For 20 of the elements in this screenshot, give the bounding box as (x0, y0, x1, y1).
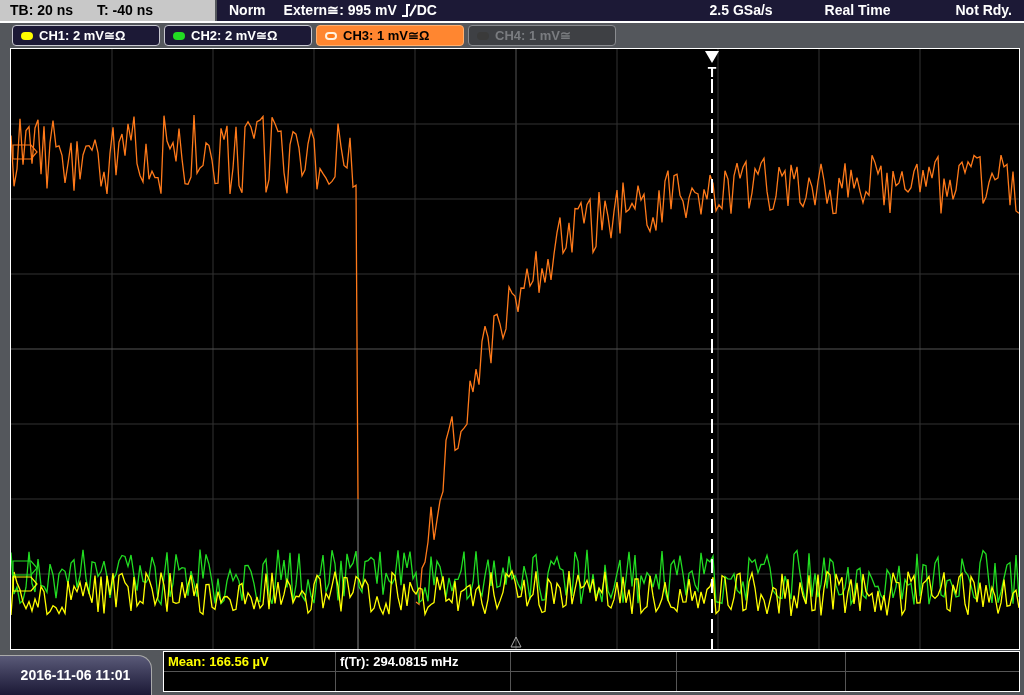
timebase-label: TB: 20 ns (10, 1, 73, 20)
status-label: Not Rdy. (955, 1, 1012, 20)
channel-label: CH4: 1 mV≅ (495, 26, 572, 45)
measurement-value: f(Tr): 294.0815 mHz (340, 652, 459, 671)
channel-tab[interactable]: CH1: 2 mV≅Ω (12, 25, 160, 46)
channel-label: CH1: 2 mV≅Ω (39, 26, 126, 45)
trigger-source-label: Extern≅: 995 mV (283, 1, 397, 20)
rising-edge-icon (400, 4, 417, 17)
trigger-mode-label: Norm (229, 1, 266, 20)
trigger-coupling-label: DC (416, 1, 437, 20)
measurement-value: Mean: 166.56 µV (168, 652, 269, 671)
channel-label: CH2: 2 mV≅Ω (191, 26, 278, 45)
date-label: 2016-11-06 11:01 (20, 666, 131, 685)
channel-label: CH3: 1 mV≅Ω (343, 26, 430, 45)
waveform-drawing: T (11, 49, 1019, 649)
channel-tab[interactable]: CH3: 1 mV≅Ω (316, 25, 464, 46)
trigger-time-label: T: -40 ns (97, 1, 154, 20)
acquisition-label: Real Time (824, 1, 891, 20)
sample-rate-label: 2.5 GSa/s (709, 1, 773, 20)
channel-tab[interactable]: CH2: 2 mV≅Ω (164, 25, 312, 46)
